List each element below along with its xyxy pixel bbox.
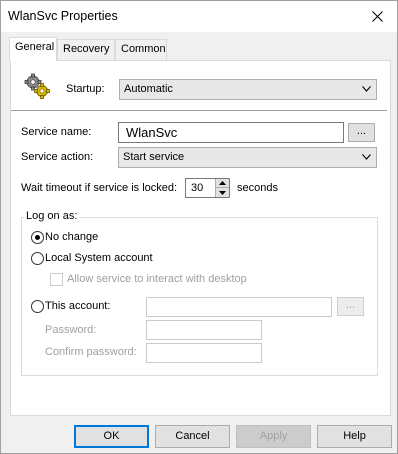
service-name-browse-button[interactable]: ... (348, 123, 375, 142)
wait-timeout-unit: seconds (237, 182, 278, 194)
arrow-down-icon (219, 190, 226, 195)
service-action-select[interactable]: Start service (118, 147, 377, 168)
cancel-button[interactable]: Cancel (155, 425, 230, 448)
no-change-label: No change (45, 231, 99, 243)
spin-up-button[interactable] (216, 179, 229, 188)
startup-value: Automatic (124, 83, 173, 95)
wait-timeout-spinner[interactable]: 30 (185, 178, 230, 198)
chevron-down-icon (362, 154, 371, 160)
no-change-radio[interactable] (31, 231, 44, 244)
window-title: WlanSvc Properties (8, 9, 118, 23)
chevron-down-icon (362, 86, 371, 92)
help-button[interactable]: Help (317, 425, 392, 448)
radio-selected-dot (35, 235, 40, 240)
this-account-field[interactable] (146, 297, 332, 317)
tab-common-label: Common (121, 43, 166, 55)
allow-interact-checkbox[interactable] (50, 273, 63, 286)
wait-timeout-label: Wait timeout if service is locked: (21, 182, 178, 194)
startup-label: Startup: (66, 83, 105, 95)
tab-panel-general: Startup: Automatic Service name: WlanSvc… (10, 60, 391, 416)
title-bar: WlanSvc Properties (1, 1, 397, 32)
spinner-buttons (215, 179, 229, 197)
password-field[interactable] (146, 320, 262, 340)
wait-timeout-value: 30 (191, 182, 204, 194)
service-name-field[interactable]: WlanSvc (118, 122, 344, 143)
confirm-password-label: Confirm password: (45, 346, 137, 358)
allow-interact-label: Allow service to interact with desktop (67, 273, 247, 285)
startup-select[interactable]: Automatic (119, 79, 377, 100)
service-action-value: Start service (123, 151, 185, 163)
apply-button[interactable]: Apply (236, 425, 311, 448)
tab-general-label: General (15, 41, 55, 53)
separator-line (11, 110, 387, 111)
properties-window: WlanSvc Properties General Recovery Comm… (0, 0, 398, 454)
tab-common[interactable]: Common (115, 39, 167, 60)
local-system-radio[interactable] (31, 252, 44, 265)
password-label: Password: (45, 324, 97, 336)
ok-button[interactable]: OK (74, 425, 149, 448)
spin-down-button[interactable] (216, 188, 229, 197)
confirm-password-field[interactable] (146, 343, 262, 363)
local-system-label: Local System account (45, 252, 153, 264)
tab-general[interactable]: General (9, 37, 57, 61)
arrow-up-icon (219, 181, 226, 185)
service-name-label: Service name: (21, 126, 92, 138)
tab-recovery[interactable]: Recovery (57, 39, 115, 60)
gears-icon (24, 73, 50, 99)
service-action-label: Service action: (21, 151, 94, 163)
this-account-radio[interactable] (31, 300, 44, 313)
service-name-value: WlanSvc (126, 125, 178, 140)
close-icon (371, 11, 383, 22)
tab-recovery-label: Recovery (63, 43, 110, 55)
logon-group-title: Log on as: (24, 210, 80, 222)
this-account-label: This account: (45, 300, 111, 312)
close-button[interactable] (357, 1, 397, 32)
this-account-browse-button[interactable]: ... (337, 297, 364, 316)
